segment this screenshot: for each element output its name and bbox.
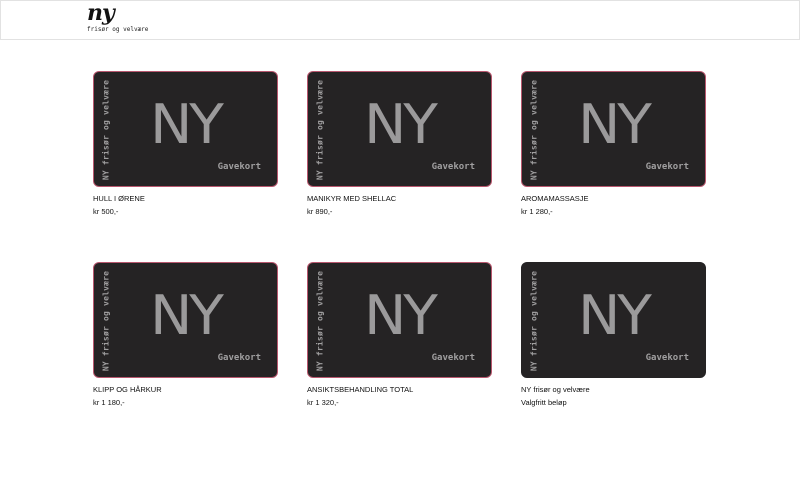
card-gavekort-label: Gavekort (431, 162, 475, 172)
product-grid: NY frisør og velvære NY Gavekort HULL I … (0, 0, 800, 500)
gift-card-image[interactable]: NY frisør og velvære NY Gavekort (521, 71, 706, 187)
card-side-text: NY frisør og velvære (529, 79, 539, 181)
product-price: Valgfritt beløp (521, 398, 567, 407)
card-side-text: NY frisør og velvære (315, 270, 325, 372)
product-price: kr 1 320,- (307, 398, 339, 407)
card-big-logo: NY (150, 93, 224, 156)
product-item[interactable]: NY frisør og velvære NY Gavekort ANSIKTS… (307, 262, 497, 408)
product-price: kr 1 280,- (521, 207, 553, 216)
gift-card-image[interactable]: NY frisør og velvære NY Gavekort (93, 71, 278, 187)
product-price: kr 890,- (307, 207, 333, 216)
product-name[interactable]: NY frisør og velvære (521, 385, 711, 395)
product-name[interactable]: ANSIKTSBEHANDLING TOTAL (307, 385, 497, 395)
card-big-logo: NY (150, 284, 224, 347)
gift-card-image[interactable]: NY frisør og velvære NY Gavekort (93, 262, 278, 378)
card-gavekort-label: Gavekort (217, 162, 261, 172)
card-gavekort-label: Gavekort (645, 353, 689, 363)
product-price: kr 1 180,- (93, 398, 125, 407)
card-big-logo: NY (364, 93, 438, 156)
product-name[interactable]: AROMAMASSASJE (521, 194, 711, 204)
card-gavekort-label: Gavekort (645, 162, 689, 172)
product-item[interactable]: NY frisør og velvære NY Gavekort MANIKYR… (307, 71, 497, 217)
product-item[interactable]: NY frisør og velvære NY Gavekort NY fris… (521, 262, 711, 408)
product-item[interactable]: NY frisør og velvære NY Gavekort AROMAMA… (521, 71, 711, 217)
gift-card-image[interactable]: NY frisør og velvære NY Gavekort (307, 71, 492, 187)
card-big-logo: NY (364, 284, 438, 347)
product-name[interactable]: KLIPP OG HÅRKUR (93, 385, 283, 395)
card-side-text: NY frisør og velvære (101, 270, 111, 372)
product-item[interactable]: NY frisør og velvære NY Gavekort HULL I … (93, 71, 283, 217)
product-name[interactable]: MANIKYR MED SHELLAC (307, 194, 497, 204)
card-side-text: NY frisør og velvære (101, 79, 111, 181)
gift-card-image[interactable]: NY frisør og velvære NY Gavekort (521, 262, 706, 378)
card-gavekort-label: Gavekort (431, 353, 475, 363)
card-gavekort-label: Gavekort (217, 353, 261, 363)
card-big-logo: NY (578, 93, 652, 156)
product-price: kr 500,- (93, 207, 119, 216)
product-item[interactable]: NY frisør og velvære NY Gavekort KLIPP O… (93, 262, 283, 408)
card-side-text: NY frisør og velvære (315, 79, 325, 181)
card-big-logo: NY (578, 284, 652, 347)
gift-card-image[interactable]: NY frisør og velvære NY Gavekort (307, 262, 492, 378)
product-name[interactable]: HULL I ØRENE (93, 194, 283, 204)
card-side-text: NY frisør og velvære (529, 270, 539, 372)
